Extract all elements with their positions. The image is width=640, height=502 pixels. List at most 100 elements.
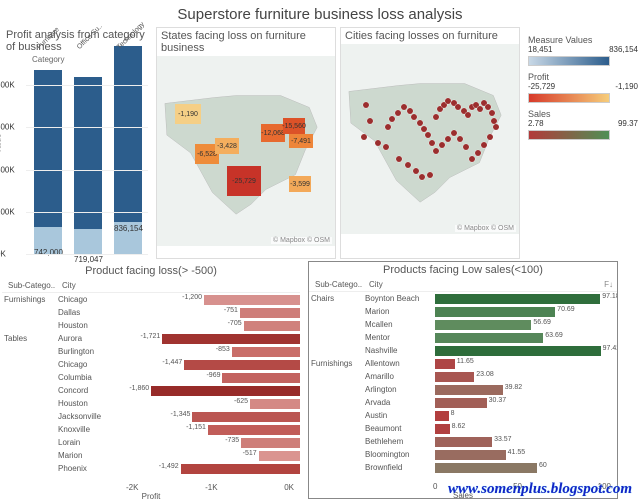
state-ohio[interactable]: -15,560 bbox=[283, 118, 305, 134]
city-cell: Arlington bbox=[363, 385, 435, 394]
panel4-body[interactable]: FurnishingsChicago-1,200Dallas-751Housto… bbox=[2, 293, 300, 483]
table-row[interactable]: Houston-705 bbox=[2, 319, 300, 332]
city-dot[interactable] bbox=[363, 102, 369, 108]
city-dot[interactable] bbox=[411, 114, 417, 120]
panel4-col-city[interactable]: City bbox=[60, 281, 132, 290]
city-dot[interactable] bbox=[385, 124, 391, 130]
city-dot[interactable] bbox=[433, 114, 439, 120]
table-row[interactable]: Amarillo23.08 bbox=[309, 370, 617, 383]
city-dot[interactable] bbox=[475, 150, 481, 156]
state-texas[interactable]: -25,729 bbox=[227, 166, 261, 196]
city-dot[interactable] bbox=[463, 144, 469, 150]
city-dot[interactable] bbox=[493, 124, 499, 130]
table-row[interactable]: Bloomington41.55 bbox=[309, 448, 617, 461]
legend-panel: Measure Values 18,451836,154 Profit -25,… bbox=[522, 25, 638, 142]
city-dot[interactable] bbox=[485, 104, 491, 110]
table-row[interactable]: Mcallen56.69 bbox=[309, 318, 617, 331]
xtick: -2K bbox=[126, 483, 138, 492]
city-dot[interactable] bbox=[481, 142, 487, 148]
legend-profit-gradient bbox=[528, 93, 610, 103]
state-florida[interactable]: -3,599 bbox=[289, 176, 311, 192]
city-dot[interactable] bbox=[487, 134, 493, 140]
city-cell: Boynton Beach bbox=[363, 294, 435, 303]
table-row[interactable]: Burlington-853 bbox=[2, 345, 300, 358]
panel5-body[interactable]: ChairsBoynton Beach97.18Marion70.69Mcall… bbox=[309, 292, 617, 482]
table-row[interactable]: Arvada30.37 bbox=[309, 396, 617, 409]
panel5-col-subcat[interactable]: Sub-Catego.. bbox=[313, 280, 367, 289]
city-dot[interactable] bbox=[389, 116, 395, 122]
panel5-col-city[interactable]: City bbox=[367, 280, 439, 289]
city-dot[interactable] bbox=[367, 118, 373, 124]
city-dot[interactable] bbox=[427, 172, 433, 178]
states-map[interactable]: © Mapbox © OSM -1,190-6,528-3,428-25,729… bbox=[157, 56, 335, 246]
table-row[interactable]: TablesAurora-1,721 bbox=[2, 332, 300, 345]
city-dot[interactable] bbox=[457, 136, 463, 142]
ytick: 400K bbox=[0, 165, 15, 174]
city-dot[interactable] bbox=[383, 144, 389, 150]
table-row[interactable]: Marion70.69 bbox=[309, 305, 617, 318]
table-row[interactable]: Houston-625 bbox=[2, 397, 300, 410]
city-dot[interactable] bbox=[455, 104, 461, 110]
city-cell: Bloomington bbox=[363, 450, 435, 459]
table-row[interactable]: Chicago-1,447 bbox=[2, 358, 300, 371]
table-row[interactable]: Brownfield60 bbox=[309, 461, 617, 474]
city-cell: Chicago bbox=[56, 360, 128, 369]
city-dot[interactable] bbox=[395, 110, 401, 116]
table-row[interactable]: Arlington39.82 bbox=[309, 383, 617, 396]
city-dot[interactable] bbox=[396, 156, 402, 162]
city-dot[interactable] bbox=[451, 130, 457, 136]
table-row[interactable]: Mentor63.69 bbox=[309, 331, 617, 344]
city-dot[interactable] bbox=[413, 168, 419, 174]
panel4-col-subcat[interactable]: Sub-Catego.. bbox=[6, 281, 60, 290]
table-row[interactable]: Beaumont8.62 bbox=[309, 422, 617, 435]
city-dot[interactable] bbox=[401, 104, 407, 110]
panel5-title: Products facing Low sales(<100) bbox=[309, 262, 617, 278]
city-dot[interactable] bbox=[433, 148, 439, 154]
city-cell: Austin bbox=[363, 411, 435, 420]
city-dot[interactable] bbox=[407, 108, 413, 114]
table-row[interactable]: FurnishingsChicago-1,200 bbox=[2, 293, 300, 306]
city-dot[interactable] bbox=[477, 106, 483, 112]
table-row[interactable]: Phoenix-1,492 bbox=[2, 462, 300, 475]
city-dot[interactable] bbox=[417, 120, 423, 126]
city-dot[interactable] bbox=[469, 156, 475, 162]
table-row[interactable]: Austin8 bbox=[309, 409, 617, 422]
legend-measure-max: 836,154 bbox=[609, 45, 638, 54]
city-dot[interactable] bbox=[489, 110, 495, 116]
table-row[interactable]: ChairsBoynton Beach97.18 bbox=[309, 292, 617, 305]
cities-map[interactable]: © Mapbox © OSM bbox=[341, 44, 519, 234]
city-dot[interactable] bbox=[361, 134, 367, 140]
city-cell: Mcallen bbox=[363, 320, 435, 329]
city-cell: Mentor bbox=[363, 333, 435, 342]
city-cell: Burlington bbox=[56, 347, 128, 356]
city-dot[interactable] bbox=[439, 142, 445, 148]
city-dot[interactable] bbox=[405, 162, 411, 168]
table-row[interactable]: Bethlehem33.57 bbox=[309, 435, 617, 448]
city-dot[interactable] bbox=[375, 140, 381, 146]
city-dot[interactable] bbox=[419, 174, 425, 180]
table-row[interactable]: Columbia-969 bbox=[2, 371, 300, 384]
panel-cities-loss[interactable]: Cities facing losses on furniture © Mapb… bbox=[340, 27, 520, 259]
city-dot[interactable] bbox=[429, 140, 435, 146]
city-dot[interactable] bbox=[421, 126, 427, 132]
sort-icon[interactable]: F↓ bbox=[439, 280, 613, 289]
table-row[interactable]: Lorain-735 bbox=[2, 436, 300, 449]
state-oregon[interactable]: -1,190 bbox=[175, 104, 201, 124]
table-row[interactable]: FurnishingsAllentown11.65 bbox=[309, 357, 617, 370]
table-row[interactable]: Concord-1,860 bbox=[2, 384, 300, 397]
table-row[interactable]: Marion-517 bbox=[2, 449, 300, 462]
state-colorado[interactable]: -3,428 bbox=[215, 138, 239, 154]
panel-states-loss[interactable]: States facing loss on furniture business… bbox=[156, 27, 336, 259]
city-dot[interactable] bbox=[465, 112, 471, 118]
table-row[interactable]: Jacksonville-1,345 bbox=[2, 410, 300, 423]
table-row[interactable]: Dallas-751 bbox=[2, 306, 300, 319]
table-row[interactable]: Nashville97.42 bbox=[309, 344, 617, 357]
city-cell: Houston bbox=[56, 321, 128, 330]
table-row[interactable]: Knoxville-1,151 bbox=[2, 423, 300, 436]
city-dot[interactable] bbox=[445, 136, 451, 142]
city-cell: Beaumont bbox=[363, 424, 435, 433]
city-cell: Lorain bbox=[56, 438, 128, 447]
state-pennsylvania[interactable]: -7,491 bbox=[289, 134, 313, 148]
city-dot[interactable] bbox=[425, 132, 431, 138]
legend-measure-min: 18,451 bbox=[528, 45, 552, 54]
